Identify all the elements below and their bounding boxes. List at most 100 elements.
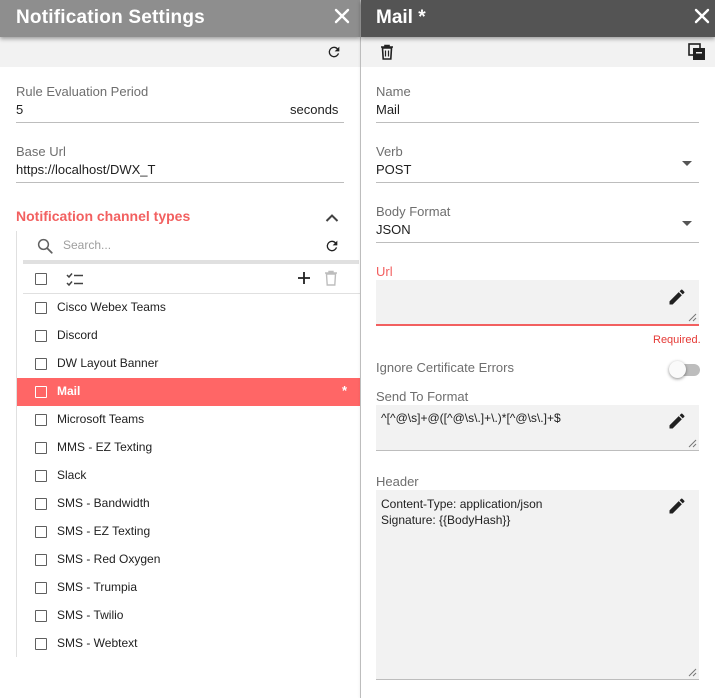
- send-to-format-value[interactable]: ^[^@\s]+@([^@\s\.]+\.)*[^@\s\.]+$: [381, 410, 561, 426]
- list-item[interactable]: MMS - EZ Texting: [17, 434, 361, 462]
- notification-settings-panel: Notification Settings Rule Evaluation Pe…: [0, 0, 361, 698]
- item-checkbox[interactable]: [35, 302, 47, 314]
- select-all-checkbox[interactable]: [35, 273, 47, 285]
- item-label: Cisco Webex Teams: [57, 300, 166, 314]
- chevron-down-icon[interactable]: [682, 161, 692, 166]
- channel-types-title[interactable]: Notification channel types: [16, 208, 190, 224]
- search-divider: [23, 260, 359, 264]
- plus-icon[interactable]: [293, 267, 315, 289]
- chevron-down-icon[interactable]: [682, 221, 692, 226]
- item-label: SMS - Webtext: [57, 636, 138, 650]
- url-error-text: Required.: [653, 334, 701, 346]
- item-label: Discord: [57, 328, 98, 342]
- app-root: Notification Settings Rule Evaluation Pe…: [0, 0, 715, 698]
- list-item[interactable]: SMS - Trumpia: [17, 574, 361, 602]
- right-panel-header: Mail *: [361, 0, 715, 37]
- pencil-icon[interactable]: [667, 496, 687, 516]
- name-input[interactable]: Mail: [376, 102, 400, 117]
- list-item[interactable]: SMS - EZ Texting: [17, 518, 361, 546]
- verb-select[interactable]: POST: [376, 162, 411, 177]
- item-checkbox[interactable]: [35, 470, 47, 482]
- search-icon: [34, 235, 56, 257]
- list-item[interactable]: Cisco Webex Teams: [17, 294, 361, 322]
- item-checkbox[interactable]: [35, 386, 47, 398]
- verb-underline: [376, 182, 699, 183]
- left-panel-header: Notification Settings: [0, 0, 360, 37]
- modified-indicator: *: [341, 383, 347, 398]
- item-label: Mail: [57, 384, 81, 398]
- trash-icon[interactable]: [320, 267, 342, 289]
- base-url-input[interactable]: https://localhost/DWX_T: [16, 162, 155, 177]
- header-textarea[interactable]: Content-Type: application/json Signature…: [376, 490, 699, 680]
- item-checkbox[interactable]: [35, 526, 47, 538]
- item-checkbox[interactable]: [35, 610, 47, 622]
- item-checkbox[interactable]: [35, 554, 47, 566]
- refresh-icon[interactable]: [323, 41, 345, 63]
- item-checkbox[interactable]: [35, 414, 47, 426]
- body-format-select[interactable]: JSON: [376, 222, 411, 237]
- checklist-icon[interactable]: [64, 269, 86, 291]
- pencil-icon[interactable]: [667, 287, 687, 307]
- list-item[interactable]: SMS - Twilio: [17, 602, 361, 630]
- item-checkbox[interactable]: [35, 330, 47, 342]
- item-checkbox[interactable]: [35, 638, 47, 650]
- channel-types-list: Search... Cisco Webex Teams Discord DW Lay…: [16, 231, 361, 658]
- panel-title: Notification Settings: [16, 7, 205, 28]
- item-label: SMS - Red Oxygen: [57, 552, 161, 566]
- chevron-up-icon[interactable]: [321, 207, 343, 229]
- item-label: MMS - EZ Texting: [57, 440, 153, 454]
- name-underline: [376, 122, 699, 123]
- base-url-label: Base Url: [16, 144, 66, 159]
- list-item[interactable]: SMS - Red Oxygen: [17, 546, 361, 574]
- right-toolbar: [361, 37, 715, 67]
- list-item[interactable]: Mail *: [17, 378, 361, 406]
- search-input[interactable]: Search...: [63, 238, 111, 252]
- body-format-label: Body Format: [376, 204, 451, 219]
- resize-handle[interactable]: [688, 313, 697, 322]
- resize-handle[interactable]: [688, 439, 697, 448]
- body-format-underline: [376, 242, 699, 243]
- item-label: SMS - Trumpia: [57, 580, 138, 594]
- list-item[interactable]: Slack: [17, 462, 361, 490]
- close-icon[interactable]: [330, 4, 354, 28]
- list-item[interactable]: Discord: [17, 322, 361, 350]
- header-value[interactable]: Content-Type: application/json Signature…: [381, 496, 542, 528]
- send-to-format-label: Send To Format: [376, 389, 469, 404]
- pencil-icon[interactable]: [667, 411, 687, 431]
- name-label: Name: [376, 84, 411, 99]
- send-to-format-textarea[interactable]: ^[^@\s]+@([^@\s\.]+\.)*[^@\s\.]+$: [376, 405, 699, 451]
- list-item[interactable]: DW Layout Banner: [17, 350, 361, 378]
- ignore-cert-label: Ignore Certificate Errors: [376, 360, 514, 375]
- copy-icon[interactable]: [686, 41, 708, 63]
- item-checkbox[interactable]: [35, 498, 47, 510]
- trash-icon[interactable]: [376, 41, 398, 63]
- list-item[interactable]: SMS - Webtext: [17, 630, 361, 658]
- item-checkbox[interactable]: [35, 358, 47, 370]
- mail-detail-panel: Mail * Name Mail Verb POST Body Format J…: [361, 0, 715, 698]
- close-icon[interactable]: [690, 4, 714, 28]
- left-toolbar: [0, 37, 360, 67]
- item-checkbox[interactable]: [35, 442, 47, 454]
- item-label: Microsoft Teams: [57, 412, 145, 426]
- url-textarea[interactable]: [376, 280, 699, 326]
- item-label: SMS - Twilio: [57, 608, 124, 622]
- toggle-knob[interactable]: [669, 361, 686, 378]
- verb-label: Verb: [376, 144, 403, 159]
- item-label: SMS - Bandwidth: [57, 496, 150, 510]
- rule-eval-label: Rule Evaluation Period: [16, 84, 149, 99]
- rule-eval-unit: seconds: [290, 102, 339, 117]
- refresh-icon[interactable]: [321, 235, 343, 257]
- detail-title: Mail *: [376, 7, 426, 28]
- resize-handle[interactable]: [688, 668, 697, 677]
- header-label: Header: [376, 474, 419, 489]
- item-label: DW Layout Banner: [57, 356, 159, 370]
- item-checkbox[interactable]: [35, 582, 47, 594]
- rule-eval-underline: [16, 122, 344, 123]
- list-item[interactable]: SMS - Bandwidth: [17, 490, 361, 518]
- item-label: Slack: [57, 468, 87, 482]
- item-label: SMS - EZ Texting: [57, 524, 151, 538]
- base-url-underline: [16, 182, 344, 183]
- url-label: Url: [376, 264, 393, 279]
- list-item[interactable]: Microsoft Teams: [17, 406, 361, 434]
- rule-eval-input[interactable]: 5: [16, 102, 23, 117]
